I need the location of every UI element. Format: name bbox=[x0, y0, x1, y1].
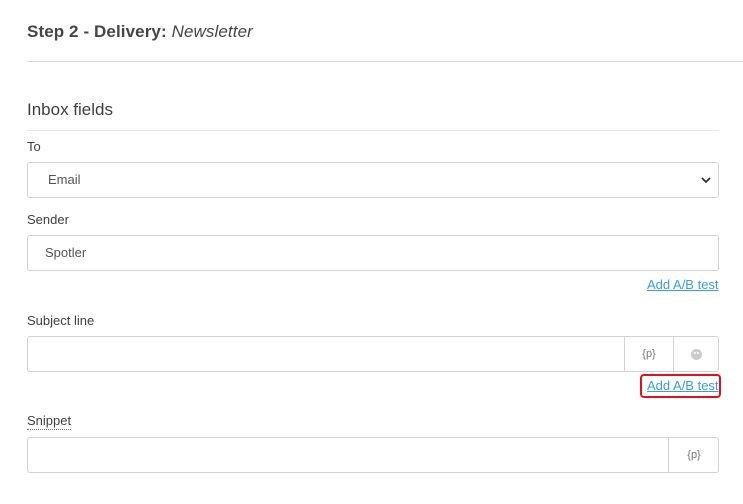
snippet-input[interactable]: {p} bbox=[27, 437, 719, 473]
chevron-down-icon bbox=[701, 177, 711, 184]
emoji-icon bbox=[691, 348, 702, 360]
subject-emoji-button[interactable] bbox=[673, 337, 719, 371]
header-divider bbox=[27, 61, 743, 62]
subject-personalization-button[interactable]: {p} bbox=[624, 337, 673, 371]
personalization-icon: {p} bbox=[687, 449, 701, 461]
to-select[interactable]: Email bbox=[27, 162, 719, 198]
snippet-personalization-button[interactable]: {p} bbox=[668, 438, 719, 472]
step-label: Step 2 - Delivery: bbox=[27, 22, 167, 41]
sender-input[interactable]: Spotler bbox=[27, 235, 719, 271]
to-label: To bbox=[27, 139, 41, 154]
page-title: Step 2 - Delivery: Newsletter bbox=[27, 22, 253, 42]
step-name: Newsletter bbox=[171, 22, 253, 41]
section-divider bbox=[27, 130, 719, 131]
subject-input[interactable]: {p} bbox=[27, 336, 719, 372]
subject-label: Subject line bbox=[27, 313, 95, 328]
sender-input-value: Spotler bbox=[45, 245, 87, 260]
highlight-box bbox=[640, 374, 721, 398]
sender-add-ab-test-link[interactable]: Add A/B test bbox=[647, 277, 719, 292]
to-select-value: Email bbox=[48, 172, 81, 187]
personalization-icon: {p} bbox=[642, 348, 656, 360]
section-title: Inbox fields bbox=[27, 100, 113, 119]
sender-label: Sender bbox=[27, 212, 69, 227]
snippet-label: Snippet bbox=[27, 413, 72, 430]
